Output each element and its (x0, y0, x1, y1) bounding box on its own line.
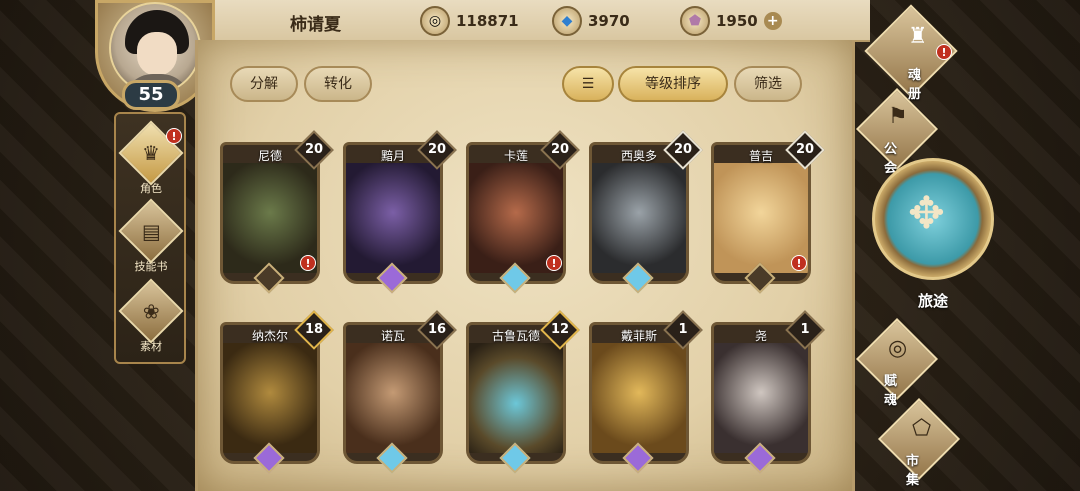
market-label: 市集 (906, 454, 920, 488)
hero-alert-badge: ! (546, 255, 562, 271)
sort-icon: ☰ (581, 76, 595, 92)
hero-card[interactable]: 普吉 20 ! (711, 130, 825, 294)
gem-value: 1950 (716, 12, 758, 30)
nav-material[interactable]: ❀ 素材 (118, 278, 184, 356)
decompose-button[interactable]: 分解 (230, 66, 298, 102)
market-gem-icon: ⬠ (912, 416, 932, 441)
hero-card[interactable]: 戴菲斯 1 (589, 310, 703, 474)
hero-card[interactable]: 黯月 20 (343, 130, 457, 294)
level-sort-button[interactable]: 等级排序 (618, 66, 728, 102)
gold-value: 118871 (456, 12, 519, 30)
hero-card[interactable]: 古鲁瓦德 12 (466, 310, 580, 474)
soul-book-alert-badge: ! (936, 44, 952, 60)
add-gem-button[interactable]: + (763, 12, 782, 30)
blue-crystal-icon: ◆ (552, 6, 582, 36)
hero-portrait (592, 343, 686, 453)
gold-coin-icon: ◎ (420, 6, 450, 36)
soul-book-label: 魂册 (908, 68, 922, 102)
material-icon: ❀ (118, 278, 184, 344)
crystal-currency: ◆ 3970 (552, 6, 630, 36)
left-nav: ♛ 角色 ! ▤ 技能书 ❀ 素材 (114, 112, 186, 364)
player-level-badge: 55 (122, 80, 180, 110)
hero-card[interactable]: 尧 1 (711, 310, 825, 474)
pink-gem-icon: ⬟ (680, 6, 710, 36)
gold-currency: ◎ 118871 (420, 6, 519, 36)
crystal-value: 3970 (588, 12, 630, 30)
hero-portrait (714, 343, 808, 453)
hero-alert-badge: ! (791, 255, 807, 271)
endow-label: 赋魂 (884, 374, 898, 408)
hero-portrait (469, 343, 563, 453)
hero-card[interactable]: 诺瓦 16 (343, 310, 457, 474)
hero-card[interactable]: 卡莲 20 ! (466, 130, 580, 294)
endow-swirl-icon: ◎ (888, 336, 908, 361)
guild-icon: ⚑ (888, 104, 908, 129)
hero-portrait (346, 163, 440, 273)
convert-button[interactable]: 转化 (304, 66, 372, 102)
hero-alert-badge: ! (300, 255, 316, 271)
player-name: 柿请夏 (290, 15, 341, 35)
hero-card[interactable]: 尼德 20 ! (220, 130, 334, 294)
filter-button[interactable]: 筛选 (734, 66, 802, 102)
soul-book-icon: ♜ (908, 24, 928, 49)
journey-label: 旅途 (917, 292, 948, 310)
sort-toggle-button[interactable]: ☰ (562, 66, 614, 102)
nav-skill-book[interactable]: ▤ 技能书 (118, 198, 184, 276)
character-alert-badge: ! (166, 128, 182, 144)
journey-button[interactable]: ✥ 旅途 (872, 158, 994, 318)
hero-portrait (346, 343, 440, 453)
gem-currency: ⬟ 1950 + (680, 6, 782, 36)
skill-book-icon: ▤ (118, 198, 184, 264)
journey-emblem-icon: ✥ (908, 188, 945, 239)
hero-portrait (223, 343, 317, 453)
hero-card[interactable]: 纳杰尔 18 (220, 310, 334, 474)
hero-card[interactable]: 西奥多 20 (589, 130, 703, 294)
hero-portrait (592, 163, 686, 273)
nav-character[interactable]: ♛ 角色 ! (118, 120, 184, 198)
